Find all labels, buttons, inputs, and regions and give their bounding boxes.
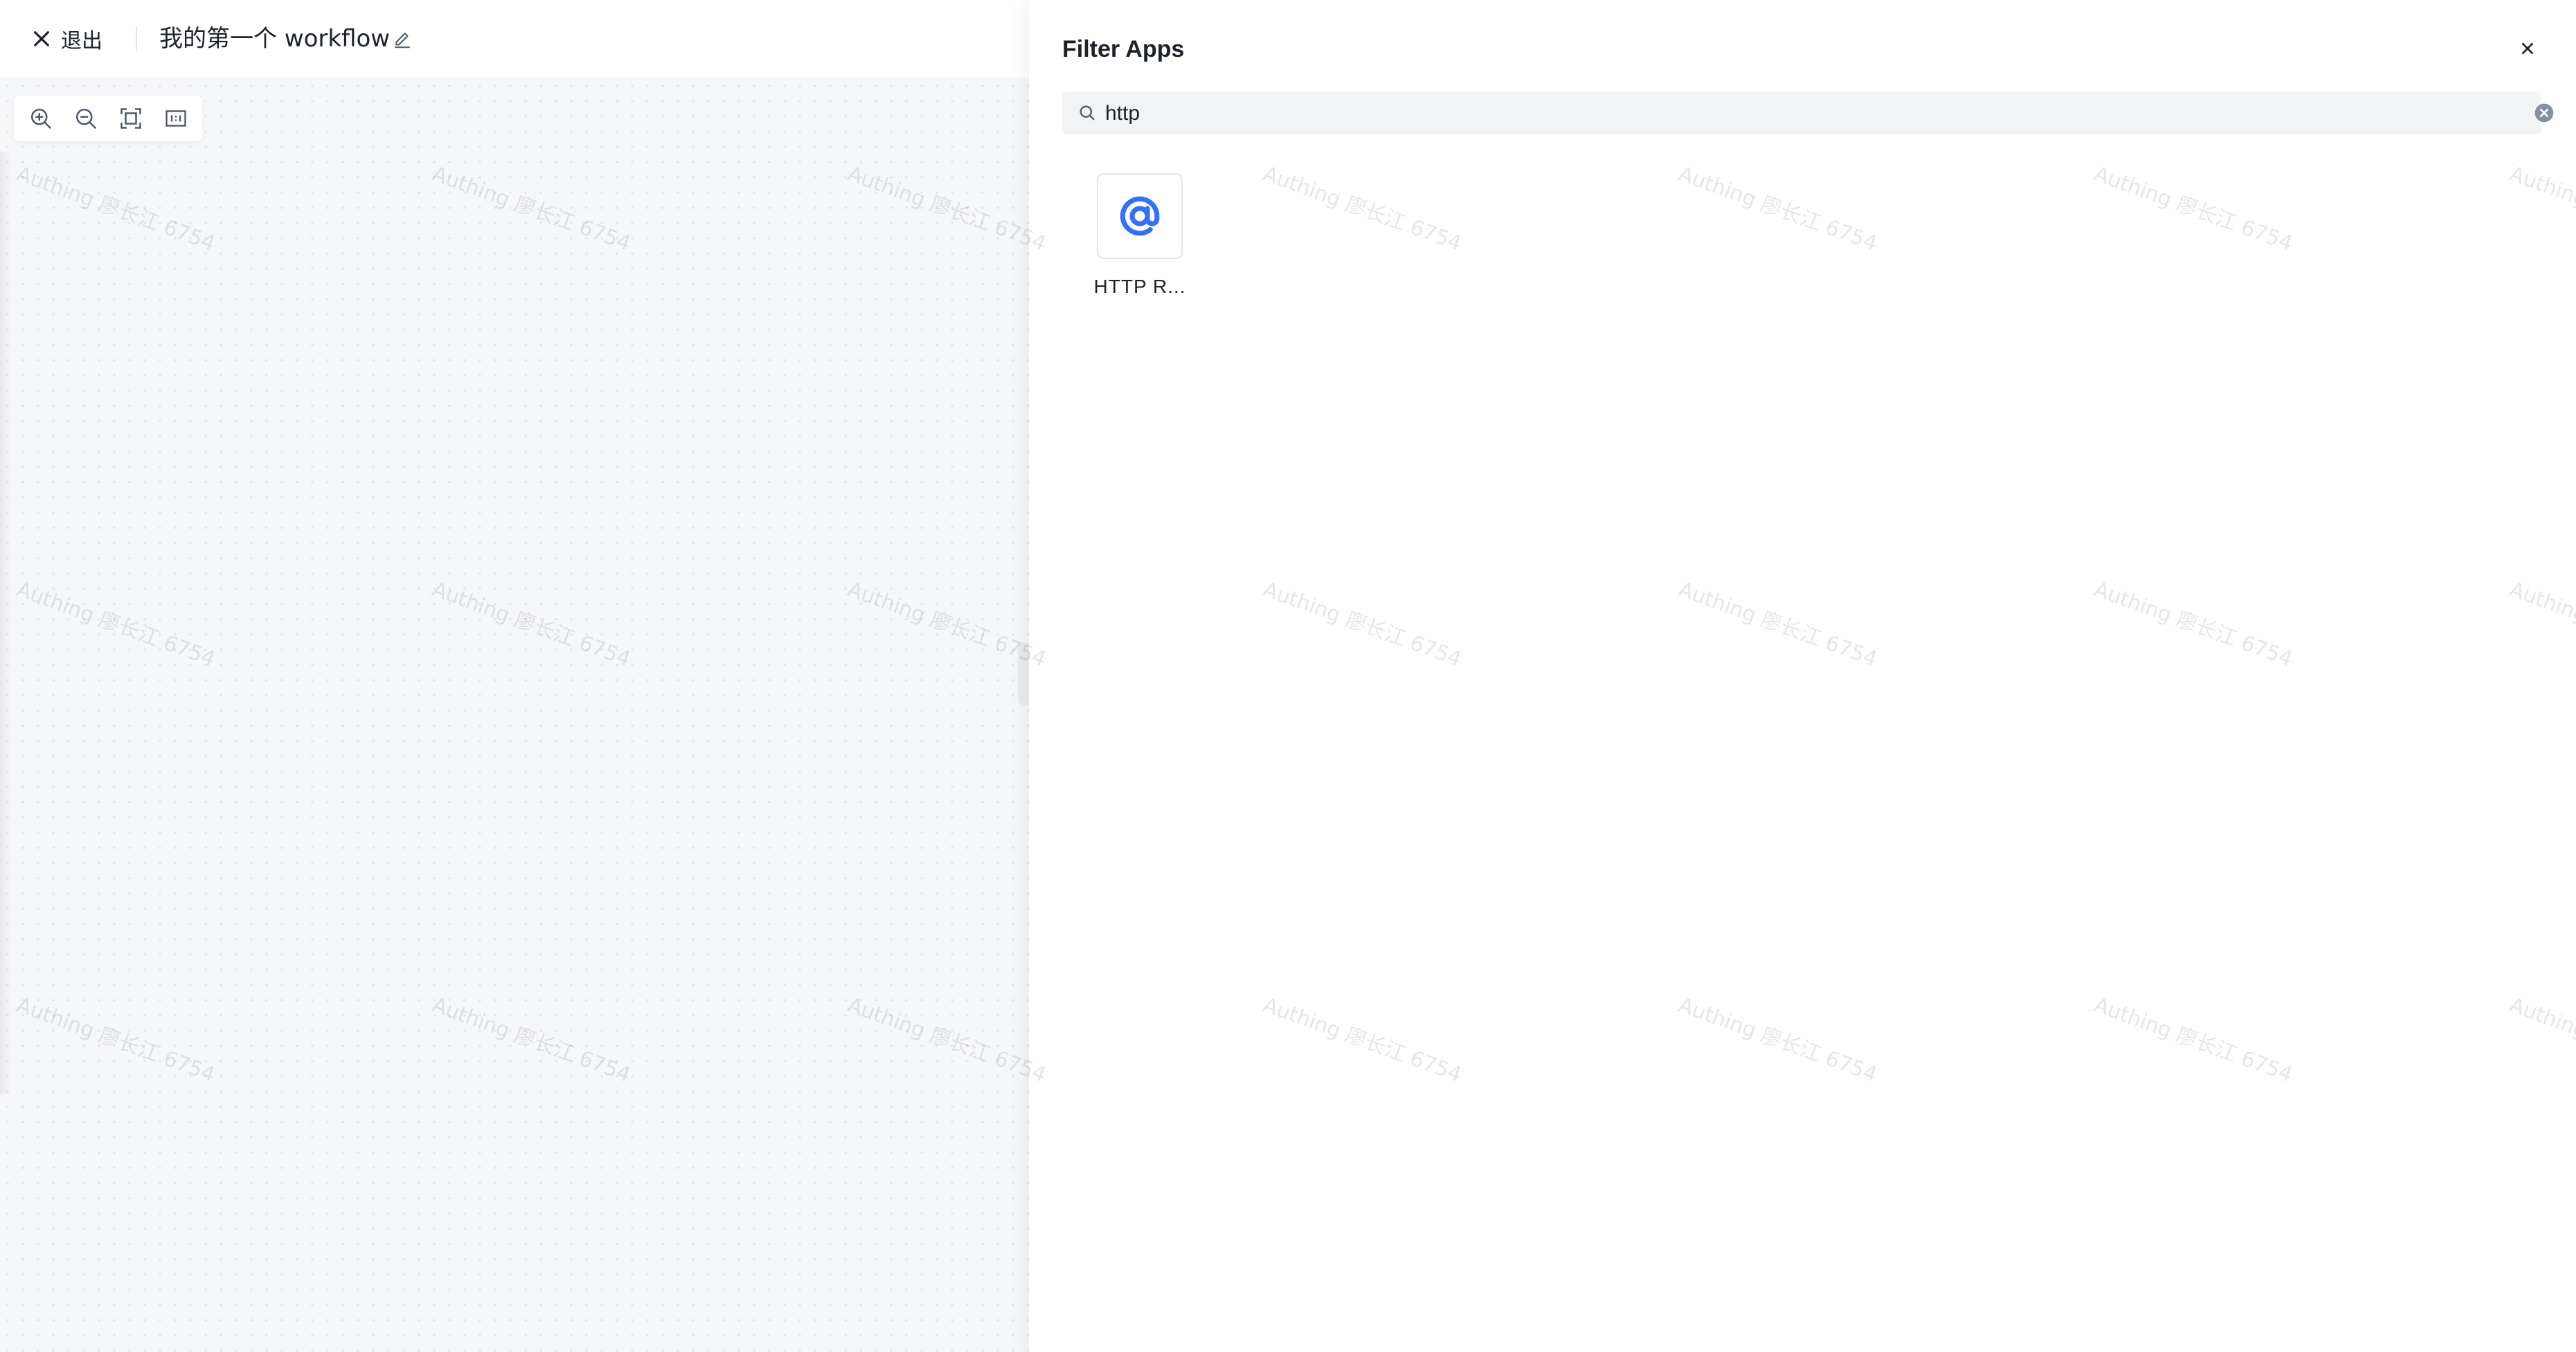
app-tile <box>1097 173 1183 259</box>
header-divider <box>136 26 137 51</box>
zoom-toolbar <box>14 96 202 141</box>
zoom-in-icon <box>30 108 51 129</box>
zoom-in-button[interactable] <box>27 105 55 132</box>
app-name: HTTP R... <box>1093 276 1186 297</box>
canvas-edge-shadow <box>0 152 11 1094</box>
app-card-http-request[interactable]: HTTP R... <box>1091 173 1188 305</box>
at-sign-icon <box>1120 196 1160 236</box>
close-icon <box>34 31 49 46</box>
actual-size-button[interactable] <box>162 105 190 132</box>
search-input[interactable] <box>1104 97 2478 130</box>
workflow-title: 我的第一个 workflow <box>159 25 391 53</box>
zoom-out-icon <box>75 108 96 129</box>
panel-resize-handle[interactable] <box>1018 643 1029 705</box>
edit-icon[interactable] <box>392 29 413 50</box>
filter-apps-drawer: Filter Apps HTTP R... <box>1029 0 2576 1352</box>
zoom-out-button[interactable] <box>72 105 100 132</box>
close-icon[interactable] <box>2516 37 2539 60</box>
workflow-canvas[interactable] <box>0 78 1029 1352</box>
search-box <box>1062 91 2554 134</box>
fit-view-icon <box>120 108 141 129</box>
exit-label: 退出 <box>61 30 102 53</box>
clear-search-icon[interactable] <box>2533 102 2555 124</box>
fit-view-button[interactable] <box>117 105 145 132</box>
editor-header: 退出 我的第一个 workflow <box>0 0 1029 78</box>
exit-button[interactable]: 退出 <box>30 22 102 55</box>
actual-size-icon <box>165 110 186 127</box>
search-icon <box>1080 105 1095 121</box>
drawer-title: Filter Apps <box>1062 36 1185 62</box>
